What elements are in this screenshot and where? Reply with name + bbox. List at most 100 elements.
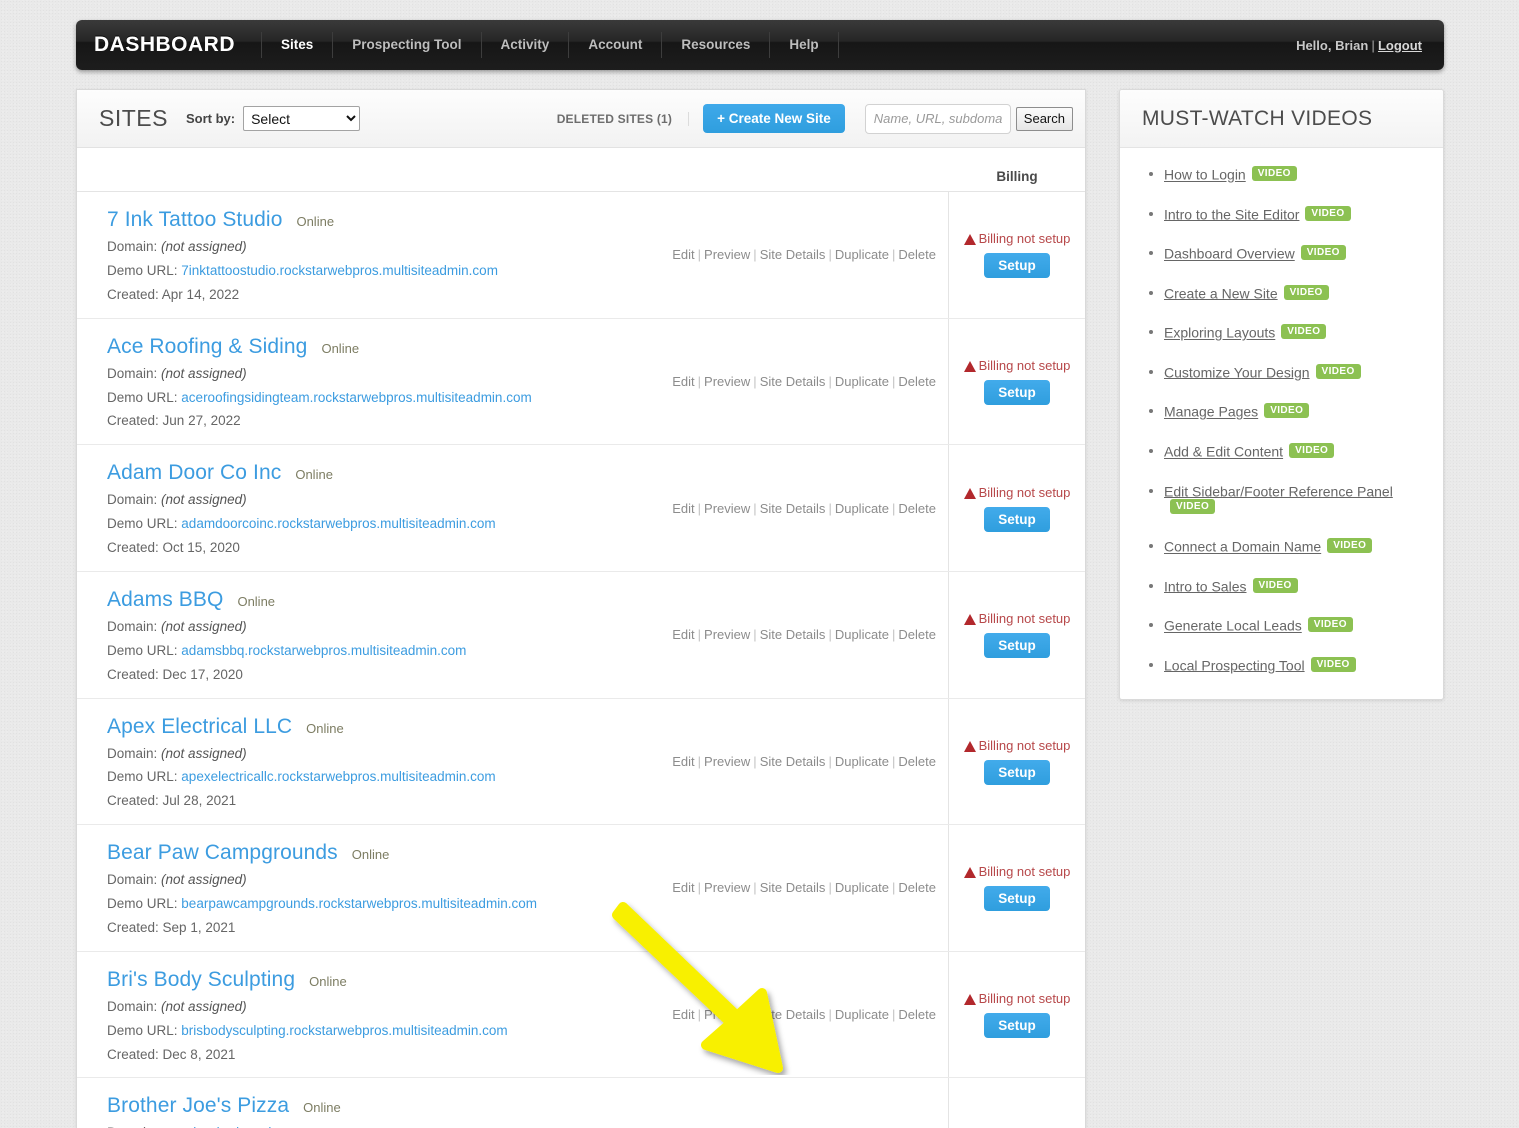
- demo-url-link[interactable]: bearpawcampgrounds.rockstarwebpros.multi…: [181, 896, 537, 911]
- site-status-badge: Online: [295, 467, 333, 483]
- video-link[interactable]: Intro to the Site Editor: [1164, 206, 1299, 222]
- site-name-link[interactable]: Bri's Body Sculpting: [107, 968, 295, 992]
- action-site-details-link[interactable]: Site Details: [760, 627, 826, 642]
- nav-item-resources[interactable]: Resources: [662, 32, 771, 58]
- action-preview-link[interactable]: Preview: [704, 501, 750, 516]
- site-name-link[interactable]: Adams BBQ: [107, 588, 223, 612]
- nav-item-sites[interactable]: Sites: [261, 32, 334, 58]
- domain-label: Domain:: [107, 998, 158, 1014]
- action-duplicate-link[interactable]: Duplicate: [835, 627, 889, 642]
- site-name-link[interactable]: 7 Ink Tattoo Studio: [107, 208, 282, 232]
- billing-status-warning: Billing not setup: [963, 611, 1071, 627]
- action-edit-link[interactable]: Edit: [672, 754, 694, 769]
- video-badge: VIDEO: [1283, 284, 1329, 300]
- action-delete-link[interactable]: Delete: [898, 501, 936, 516]
- action-delete-link[interactable]: Delete: [898, 880, 936, 895]
- sort-by-select[interactable]: Select: [243, 106, 361, 131]
- domain-label: Domain:: [107, 492, 158, 508]
- create-new-site-button[interactable]: + Create New Site: [703, 104, 845, 133]
- site-demo-url-line: Demo URL: adamdoorcoinc.rockstarwebpros.…: [107, 516, 669, 533]
- warning-triangle-icon: [963, 234, 976, 246]
- video-link[interactable]: Exploring Layouts: [1164, 325, 1275, 341]
- video-link[interactable]: Connect a Domain Name: [1164, 539, 1321, 555]
- demo-url-link[interactable]: 7inktattoostudio.rockstarwebpros.multisi…: [181, 263, 498, 278]
- search-button[interactable]: Search: [1015, 106, 1073, 131]
- action-site-details-link[interactable]: Site Details: [760, 374, 826, 389]
- action-duplicate-link[interactable]: Duplicate: [835, 880, 889, 895]
- action-site-details-link[interactable]: Site Details: [760, 754, 826, 769]
- action-delete-link[interactable]: Delete: [898, 627, 936, 642]
- video-link[interactable]: Intro to Sales: [1164, 578, 1247, 594]
- video-link[interactable]: Customize Your Design: [1164, 364, 1310, 380]
- action-edit-link[interactable]: Edit: [672, 880, 694, 895]
- billing-setup-button[interactable]: Setup: [984, 1013, 1050, 1039]
- action-delete-link[interactable]: Delete: [898, 754, 936, 769]
- billing-setup-button[interactable]: Setup: [984, 759, 1050, 785]
- action-preview-link[interactable]: Preview: [704, 627, 750, 642]
- nav-item-account[interactable]: Account: [569, 32, 663, 58]
- video-link[interactable]: How to Login: [1164, 167, 1246, 183]
- demo-url-link[interactable]: aceroofingsidingteam.rockstarwebpros.mul…: [181, 390, 531, 405]
- action-separator: |: [828, 1007, 832, 1023]
- action-site-details-link[interactable]: Site Details: [760, 501, 826, 516]
- demo-url-link[interactable]: brisbodysculpting.rockstarwebpros.multis…: [181, 1023, 507, 1038]
- billing-setup-button[interactable]: Setup: [984, 633, 1050, 659]
- site-name-link[interactable]: Brother Joe's Pizza: [107, 1094, 289, 1118]
- action-duplicate-link[interactable]: Duplicate: [835, 374, 889, 389]
- video-link[interactable]: Dashboard Overview: [1164, 246, 1295, 262]
- action-preview-link[interactable]: Preview: [704, 1007, 750, 1022]
- video-link[interactable]: Create a New Site: [1164, 285, 1278, 301]
- nav-item-prospecting-tool[interactable]: Prospecting Tool: [333, 32, 482, 58]
- action-preview-link[interactable]: Preview: [704, 754, 750, 769]
- action-site-details-link[interactable]: Site Details: [760, 247, 826, 262]
- action-edit-link[interactable]: Edit: [672, 627, 694, 642]
- action-edit-link[interactable]: Edit: [672, 247, 694, 262]
- action-preview-link[interactable]: Preview: [704, 880, 750, 895]
- billing-warning-text: Billing not setup: [978, 611, 1071, 627]
- billing-setup-button[interactable]: Setup: [984, 379, 1050, 405]
- billing-setup-button[interactable]: Setup: [984, 253, 1050, 279]
- action-duplicate-link[interactable]: Duplicate: [835, 247, 889, 262]
- action-duplicate-link[interactable]: Duplicate: [835, 501, 889, 516]
- site-name-link[interactable]: Adam Door Co Inc: [107, 461, 281, 485]
- deleted-sites-link[interactable]: DELETED SITES (1): [557, 111, 690, 126]
- nav-item-activity[interactable]: Activity: [482, 32, 570, 58]
- video-link[interactable]: Edit Sidebar/Footer Reference Panel: [1164, 483, 1393, 499]
- site-name-link[interactable]: Bear Paw Campgrounds: [107, 841, 338, 865]
- demo-url-link[interactable]: apexelectricallc.rockstarwebpros.multisi…: [181, 769, 495, 784]
- billing-setup-button[interactable]: Setup: [984, 506, 1050, 532]
- video-link[interactable]: Generate Local Leads: [1164, 618, 1302, 634]
- action-delete-link[interactable]: Delete: [898, 1007, 936, 1022]
- action-site-details-link[interactable]: Site Details: [760, 1007, 826, 1022]
- site-demo-url-line: Demo URL: bearpawcampgrounds.rockstarweb…: [107, 896, 669, 913]
- action-site-details-link[interactable]: Site Details: [760, 880, 826, 895]
- video-link[interactable]: Manage Pages: [1164, 404, 1258, 420]
- action-preview-link[interactable]: Preview: [704, 374, 750, 389]
- site-name-link[interactable]: Apex Electrical LLC: [107, 715, 292, 739]
- action-delete-link[interactable]: Delete: [898, 374, 936, 389]
- site-name-link[interactable]: Ace Roofing & Siding: [107, 335, 307, 359]
- search-input[interactable]: [864, 103, 1011, 134]
- video-link[interactable]: Add & Edit Content: [1164, 444, 1283, 460]
- sort-by-label: Sort by:: [185, 111, 236, 126]
- action-separator: |: [753, 753, 757, 769]
- action-separator: |: [892, 247, 896, 263]
- billing-setup-button[interactable]: Setup: [984, 886, 1050, 912]
- demo-url-link[interactable]: adamdoorcoinc.rockstarwebpros.multisitea…: [181, 516, 495, 531]
- action-preview-link[interactable]: Preview: [704, 247, 750, 262]
- action-duplicate-link[interactable]: Duplicate: [835, 754, 889, 769]
- created-label: Created:: [107, 1046, 159, 1062]
- nav-item-help[interactable]: Help: [770, 32, 839, 58]
- action-edit-link[interactable]: Edit: [672, 1007, 694, 1022]
- warning-triangle-icon: [963, 614, 976, 626]
- action-delete-link[interactable]: Delete: [898, 247, 936, 262]
- action-edit-link[interactable]: Edit: [672, 374, 694, 389]
- demo-url-link[interactable]: adamsbbq.rockstarwebpros.multisiteadmin.…: [181, 643, 466, 658]
- logout-link[interactable]: Logout: [1378, 38, 1422, 53]
- site-billing-cell: Billing not setup Setup: [949, 952, 1085, 1078]
- action-edit-link[interactable]: Edit: [672, 501, 694, 516]
- domain-value: (not assigned): [161, 618, 247, 634]
- video-badge: VIDEO: [1327, 538, 1373, 554]
- action-duplicate-link[interactable]: Duplicate: [835, 1007, 889, 1022]
- video-link[interactable]: Local Prospecting Tool: [1164, 657, 1305, 673]
